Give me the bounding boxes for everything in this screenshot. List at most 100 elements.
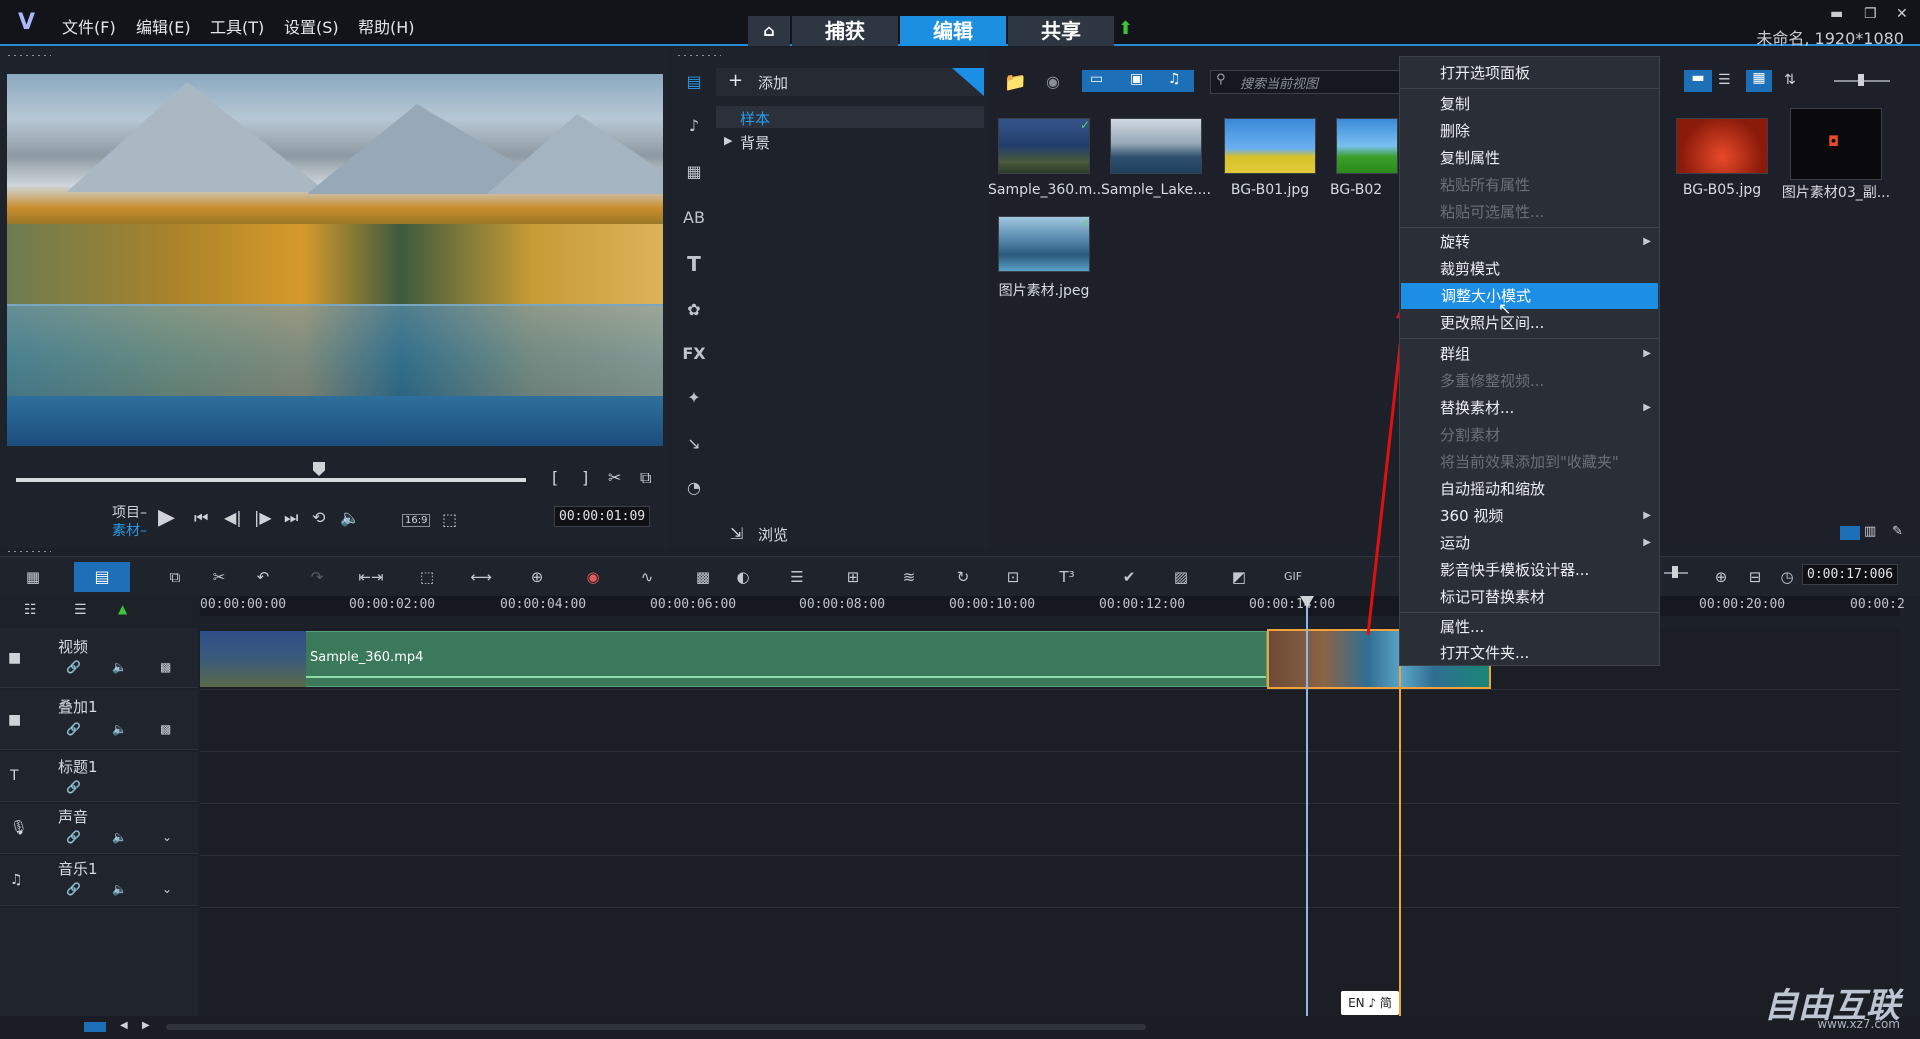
- paint-icon[interactable]: ✔: [1116, 564, 1142, 590]
- track-manager-icon[interactable]: ☷: [24, 602, 37, 618]
- text-icon[interactable]: T: [680, 250, 708, 278]
- restore-icon[interactable]: ❐: [1864, 6, 1877, 22]
- menu-delete[interactable]: 删除: [1400, 118, 1659, 144]
- project-mode-label[interactable]: 项目–: [112, 502, 147, 522]
- path-icon[interactable]: ↘: [680, 430, 708, 458]
- add-folder-label[interactable]: 添加: [758, 72, 788, 93]
- subtitle-icon[interactable]: ☰: [784, 564, 810, 590]
- menu-auto-pan-zoom[interactable]: 自动摇动和缩放: [1400, 476, 1659, 502]
- fit-icon[interactable]: ⊟: [1742, 564, 1768, 590]
- color-icon[interactable]: ◉: [580, 564, 606, 590]
- link-icon[interactable]: 🔗: [66, 780, 81, 794]
- go-end-icon[interactable]: ⏭: [284, 508, 298, 528]
- magic-wand-icon[interactable]: ✦: [680, 384, 708, 412]
- list-view-icon[interactable]: ☰: [1718, 72, 1731, 88]
- scroll-view-icon[interactable]: [84, 1022, 106, 1032]
- mask-icon[interactable]: ◐: [730, 564, 756, 590]
- menu-help[interactable]: 帮助(H): [358, 14, 415, 38]
- scroll-left-icon[interactable]: ◀: [120, 1020, 128, 1031]
- track-header-voice[interactable]: [0, 804, 198, 854]
- folder-sample[interactable]: 样本: [740, 108, 770, 129]
- crop-select-icon[interactable]: ⬚: [442, 510, 457, 529]
- tools-icon[interactable]: ✂: [206, 564, 232, 590]
- menu-edit[interactable]: 编辑(E): [136, 14, 191, 38]
- add-icon[interactable]: +: [728, 70, 743, 91]
- sort-icon[interactable]: ⇅: [1784, 72, 1796, 88]
- thumbnail-sample-360[interactable]: [998, 118, 1090, 174]
- menu-template-designer[interactable]: 影音快手模板设计器...: [1400, 557, 1659, 583]
- mark-out-icon[interactable]: ]: [582, 468, 588, 487]
- browse-icon[interactable]: ⇲: [730, 524, 743, 543]
- thumbnail-sample-lake[interactable]: [1110, 118, 1202, 174]
- voice-track-lane[interactable]: [200, 804, 1900, 856]
- thumbnail-bg-b02[interactable]: [1336, 118, 1398, 174]
- add-marker-icon[interactable]: ▲: [118, 602, 127, 616]
- track-header-video[interactable]: [0, 628, 198, 688]
- title-track-lane[interactable]: [200, 752, 1900, 804]
- thumb-size-handle[interactable]: [1858, 74, 1864, 86]
- ime-indicator[interactable]: EN ♪ 简: [1341, 991, 1399, 1015]
- browse-label[interactable]: 浏览: [758, 524, 788, 545]
- storyboard-view-icon[interactable]: ▦: [20, 564, 46, 590]
- menu-replace-clip[interactable]: 替换素材... ▶: [1400, 395, 1659, 421]
- menu-copy[interactable]: 复制: [1400, 91, 1659, 117]
- multicam-icon[interactable]: ▩: [690, 564, 716, 590]
- track-header-music[interactable]: [0, 856, 198, 906]
- zoom-in-icon[interactable]: ⊕: [1708, 564, 1734, 590]
- crop-icon[interactable]: ⬚: [414, 564, 440, 590]
- music-track-lane[interactable]: [200, 856, 1900, 908]
- thumbnail-view-icon[interactable]: ▬: [1684, 70, 1712, 92]
- track-header-overlay[interactable]: [0, 690, 198, 750]
- menu-file[interactable]: 文件(F): [62, 14, 116, 38]
- mute-icon[interactable]: 🔈: [112, 660, 127, 674]
- time-remap-icon[interactable]: ▨: [1168, 564, 1194, 590]
- panel-grip[interactable]: [6, 54, 51, 57]
- loop-icon[interactable]: ↻: [950, 564, 976, 590]
- go-start-icon[interactable]: ⏮: [194, 508, 208, 528]
- minimize-icon[interactable]: ▬: [1830, 6, 1843, 22]
- scrub-bar[interactable]: [16, 478, 526, 482]
- menu-group[interactable]: 群组 ▶: [1400, 341, 1659, 367]
- fit-timeline-icon[interactable]: ⇤⇥: [358, 564, 384, 590]
- menu-open-options-panel[interactable]: 打开选项面板: [1400, 60, 1659, 86]
- audio-filter-icon[interactable]: ♫: [1168, 71, 1181, 87]
- link-icon[interactable]: 🔗: [66, 722, 81, 736]
- playhead[interactable]: [1306, 596, 1308, 1016]
- effect-icon[interactable]: ◩: [1226, 564, 1252, 590]
- motion-track-icon[interactable]: ≋: [896, 564, 922, 590]
- folder-background[interactable]: 背景: [740, 132, 770, 153]
- chevron-down-icon[interactable]: ⌄: [162, 882, 172, 896]
- menu-change-photo-duration[interactable]: 更改照片区间...: [1400, 310, 1659, 336]
- instant-project-icon[interactable]: ♪: [680, 112, 708, 140]
- ripple-icon[interactable]: ▩: [160, 660, 171, 674]
- link-icon[interactable]: 🔗: [66, 830, 81, 844]
- menu-properties[interactable]: 属性...: [1400, 614, 1659, 640]
- home-icon[interactable]: ⌂: [748, 16, 790, 46]
- thumbnail-image-jpeg[interactable]: [998, 216, 1090, 272]
- stabilize-icon[interactable]: ⊡: [1000, 564, 1026, 590]
- library-view-icon[interactable]: [1840, 526, 1860, 540]
- menu-360-video[interactable]: 360 视频 ▶: [1400, 503, 1659, 529]
- mark-in-icon[interactable]: [: [552, 468, 558, 487]
- edit-panel-icon[interactable]: ✎: [1892, 524, 1903, 539]
- photo-filter-icon[interactable]: ▣: [1130, 71, 1143, 87]
- menu-copy-attributes[interactable]: 复制属性: [1400, 145, 1659, 171]
- expand-arrow-icon[interactable]: ▶: [724, 134, 732, 147]
- tab-capture[interactable]: 捕获: [792, 16, 898, 46]
- horizontal-scrollbar[interactable]: [166, 1024, 1146, 1030]
- upload-icon[interactable]: ⬆: [1118, 18, 1133, 39]
- mute-icon[interactable]: 🔈: [112, 722, 127, 736]
- aspect-ratio-button[interactable]: 16:9: [402, 514, 431, 527]
- import-folder-icon[interactable]: 📁: [1004, 72, 1026, 93]
- record-icon[interactable]: ◉: [1046, 72, 1060, 91]
- close-icon[interactable]: ✕: [1896, 6, 1908, 22]
- scroll-right-icon[interactable]: ▶: [142, 1020, 150, 1031]
- split-screen-icon[interactable]: ⊞: [840, 564, 866, 590]
- audio-wave-icon[interactable]: ∿: [634, 564, 660, 590]
- play-icon[interactable]: ▶: [158, 505, 175, 530]
- ripple-icon[interactable]: ▩: [160, 722, 171, 736]
- overlay-track-lane[interactable]: [200, 690, 1900, 752]
- video-filter-icon[interactable]: ▭: [1090, 71, 1103, 87]
- transition-icon[interactable]: ▦: [680, 158, 708, 186]
- enlarge-icon[interactable]: ⧉: [640, 468, 651, 488]
